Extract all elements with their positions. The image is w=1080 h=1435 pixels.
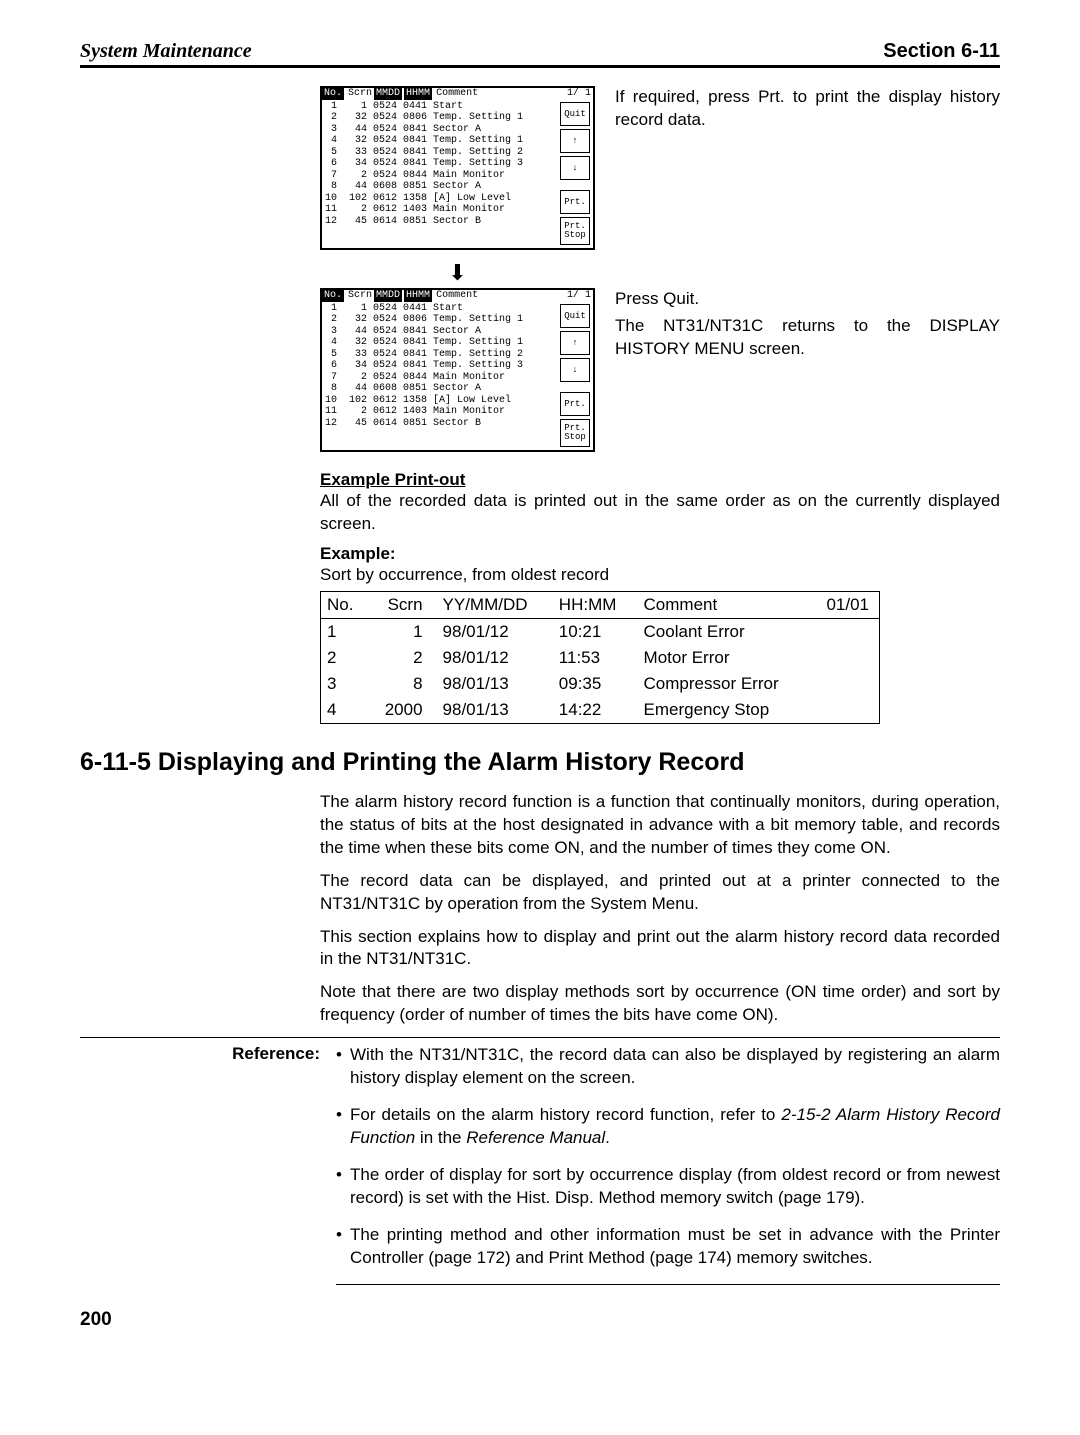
print-button[interactable]: Prt.: [560, 190, 590, 214]
reference-label: Reference:: [80, 1044, 336, 1064]
reference-list: •With the NT31/NT31C, the record data ca…: [336, 1044, 1000, 1285]
printout-table: No. Scrn YY/MM/DD HH:MM Comment 01/01 11…: [320, 591, 880, 724]
section-heading: 6-11-5 Displaying and Printing the Alarm…: [80, 748, 1000, 777]
screen-rows: 1 1 0524 0441 Start 2 32 0524 0806 Temp.…: [322, 302, 593, 430]
list-item: •With the NT31/NT31C, the record data ca…: [336, 1044, 1000, 1090]
scroll-up-button[interactable]: ↑: [560, 331, 590, 355]
print-stop-button[interactable]: Prt. Stop: [560, 419, 590, 447]
step-2-text-1: Press Quit.: [615, 288, 1000, 311]
screen-header: No.ScrnMMDDHHMMComment1/ 1: [322, 290, 593, 302]
table-row: 1198/01/1210:21Coolant Error: [321, 618, 880, 645]
quit-button[interactable]: Quit: [560, 304, 590, 328]
table-row: 4200098/01/1314:22Emergency Stop: [321, 697, 880, 724]
table-row: 3898/01/1309:35Compressor Error: [321, 671, 880, 697]
history-screen-2: No.ScrnMMDDHHMMComment1/ 1 1 1 0524 0441…: [320, 288, 595, 452]
header-right: Section 6-11: [883, 40, 1000, 63]
example-printout-heading: Example Print-out: [320, 470, 1000, 490]
list-item: •The order of display for sort by occurr…: [336, 1164, 1000, 1210]
table-row: 2298/01/1211:53Motor Error: [321, 645, 880, 671]
history-screen-1: No.ScrnMMDDHHMMComment1/ 1 1 1 0524 0441…: [320, 86, 595, 250]
page-header: System Maintenance Section 6-11: [80, 40, 1000, 68]
screen-header: No.ScrnMMDDHHMMComment1/ 1: [322, 88, 593, 100]
scroll-down-button[interactable]: ↓: [560, 358, 590, 382]
quit-button[interactable]: Quit: [560, 102, 590, 126]
example-body: All of the recorded data is printed out …: [320, 490, 1000, 536]
print-stop-button[interactable]: Prt. Stop: [560, 217, 590, 245]
list-item: •For details on the alarm history record…: [336, 1104, 1000, 1150]
step-1-text: If required, press Prt. to print the dis…: [595, 86, 1000, 132]
section-body: The alarm history record function is a f…: [320, 791, 1000, 1027]
print-button[interactable]: Prt.: [560, 392, 590, 416]
example-label: Example:: [320, 544, 1000, 564]
scroll-down-button[interactable]: ↓: [560, 156, 590, 180]
flow-arrow-down-icon: ⬇: [320, 262, 595, 284]
example-sort: Sort by occurrence, from oldest record: [320, 564, 1000, 587]
page-number: 200: [80, 1309, 1000, 1331]
screen-rows: 1 1 0524 0441 Start 2 32 0524 0806 Temp.…: [322, 100, 593, 228]
step-2-text-2: The NT31/NT31C returns to the DISPLAY HI…: [615, 315, 1000, 361]
scroll-up-button[interactable]: ↑: [560, 129, 590, 153]
list-item: •The printing method and other informati…: [336, 1224, 1000, 1270]
header-left: System Maintenance: [80, 40, 252, 63]
